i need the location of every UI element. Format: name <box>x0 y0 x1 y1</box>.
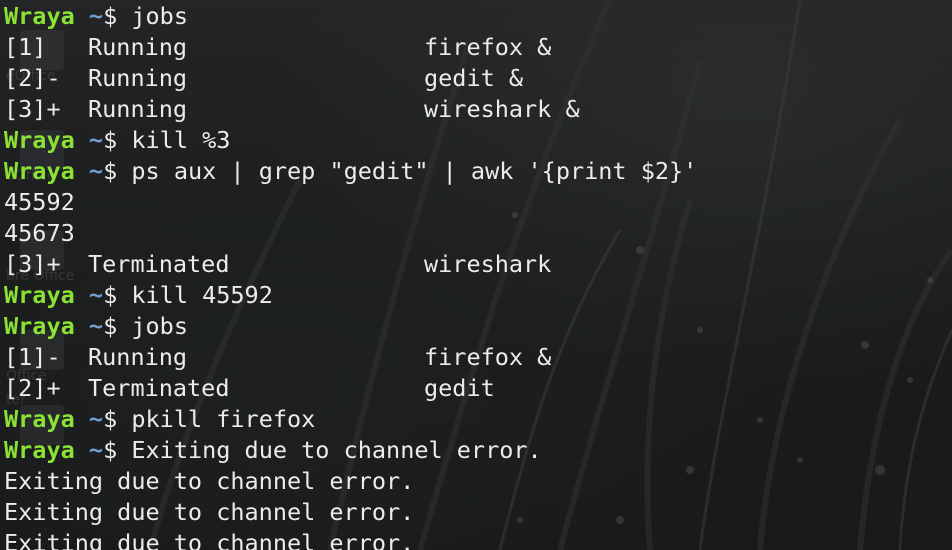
prompt-symbol: $ <box>103 281 118 309</box>
prompt-line: Wraya ~$ jobs <box>4 311 952 342</box>
output-line: 45592 <box>4 187 952 218</box>
prompt-path: ~ <box>88 436 104 464</box>
prompt-symbol: $ <box>103 126 118 154</box>
job-command: wireshark <box>424 250 552 278</box>
job-status: Running <box>88 343 188 371</box>
output-text: 45592 <box>4 188 75 216</box>
job-command: firefox & <box>424 343 552 371</box>
prompt-line: Wraya ~$ kill 45592 <box>4 280 952 311</box>
job-status: Running <box>88 64 188 92</box>
command-text: kill 45592 <box>131 281 273 309</box>
command-text: pkill firefox <box>131 405 316 433</box>
output-line: Exiting due to channel error. <box>4 466 952 497</box>
job-command: firefox & <box>424 33 552 61</box>
prompt-symbol: $ <box>103 312 118 340</box>
prompt-user: Wraya <box>4 126 75 154</box>
prompt-path: ~ <box>88 405 104 433</box>
job-command: wireshark & <box>424 95 580 123</box>
job-id: [3]+ <box>4 95 61 123</box>
command-text: kill %3 <box>131 126 231 154</box>
prompt-symbol: $ <box>103 405 118 433</box>
prompt-path: ~ <box>88 157 104 185</box>
prompt-path: ~ <box>88 2 104 30</box>
prompt-line: Wraya ~$ ps aux | grep "gedit" | awk '{p… <box>4 156 952 187</box>
output-line: Exiting due to channel error. <box>4 528 952 550</box>
output-text: Exiting due to channel error. <box>4 529 415 550</box>
prompt-path: ~ <box>88 312 104 340</box>
prompt-user: Wraya <box>4 436 75 464</box>
prompt-line: Wraya ~$ Exiting due to channel error. <box>4 435 952 466</box>
job-line: [2]- Running gedit & <box>4 63 952 94</box>
job-status: Terminated <box>88 374 230 402</box>
prompt-user: Wraya <box>4 2 75 30</box>
prompt-symbol: $ <box>103 2 118 30</box>
prompt-path: ~ <box>88 126 104 154</box>
job-status: Running <box>88 33 188 61</box>
job-id: [1]- <box>4 343 61 371</box>
job-id: [1] <box>4 33 47 61</box>
prompt-user: Wraya <box>4 281 75 309</box>
command-text: Exiting due to channel error. <box>131 436 542 464</box>
prompt-line: Wraya ~$ jobs <box>4 1 952 32</box>
job-status: Terminated <box>88 250 230 278</box>
job-command: gedit <box>424 374 495 402</box>
job-id: [3]+ <box>4 250 61 278</box>
job-status: Running <box>88 95 188 123</box>
output-text: 45673 <box>4 219 75 247</box>
prompt-path: ~ <box>88 281 104 309</box>
command-text: ps aux | grep "gedit" | awk '{print $2}' <box>131 157 698 185</box>
job-line: [3]+ Terminated wireshark <box>4 249 952 280</box>
job-id: [2]- <box>4 64 61 92</box>
job-line: [2]+ Terminated gedit <box>4 373 952 404</box>
job-command: gedit & <box>424 64 524 92</box>
prompt-line: Wraya ~$ pkill firefox <box>4 404 952 435</box>
prompt-line: Wraya ~$ kill %3 <box>4 125 952 156</box>
output-text: Exiting due to channel error. <box>4 467 415 495</box>
prompt-user: Wraya <box>4 157 75 185</box>
terminal-output[interactable]: Wraya ~$ jobs [1] Running firefox & [2]- Runn… <box>0 0 952 550</box>
prompt-symbol: $ <box>103 436 118 464</box>
job-line: [3]+ Running wireshark & <box>4 94 952 125</box>
job-line: [1] Running firefox & <box>4 32 952 63</box>
prompt-symbol: $ <box>103 157 118 185</box>
job-line: [1]- Running firefox & <box>4 342 952 373</box>
output-line: 45673 <box>4 218 952 249</box>
command-text: jobs <box>131 2 188 30</box>
prompt-user: Wraya <box>4 405 75 433</box>
command-text: jobs <box>131 312 188 340</box>
job-id: [2]+ <box>4 374 61 402</box>
output-text: Exiting due to channel error. <box>4 498 415 526</box>
prompt-user: Wraya <box>4 312 75 340</box>
output-line: Exiting due to channel error. <box>4 497 952 528</box>
